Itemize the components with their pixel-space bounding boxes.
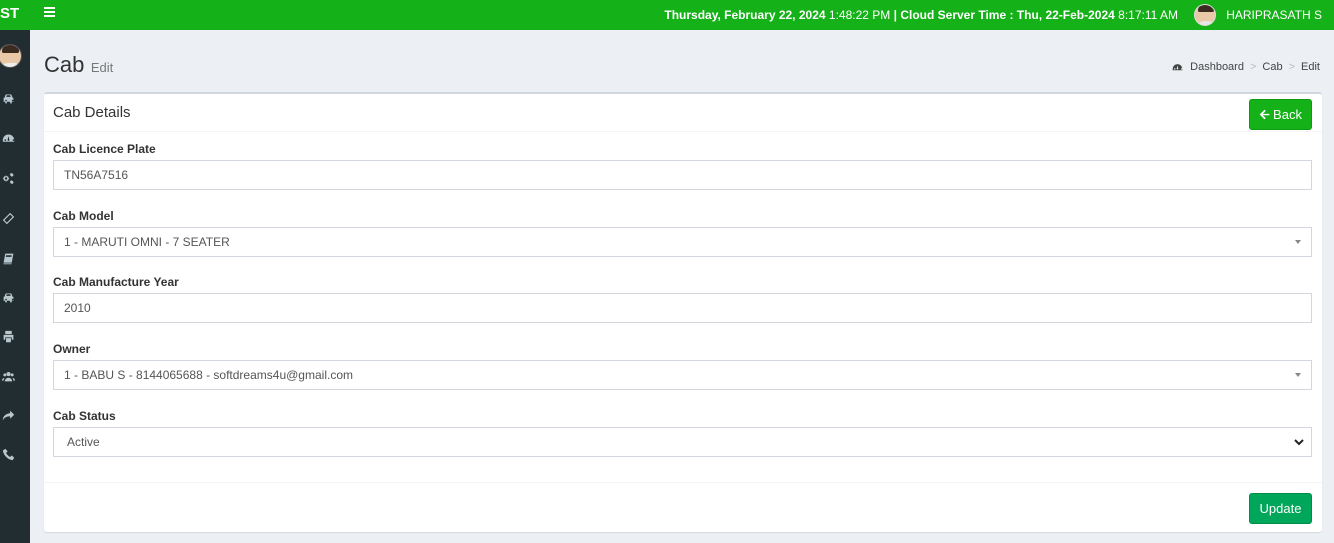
print-icon[interactable] <box>1 330 15 344</box>
share-icon[interactable] <box>1 409 15 423</box>
manufacture-year-input[interactable]: 2010 <box>53 293 1312 323</box>
ticket-icon[interactable] <box>1 212 15 226</box>
manufacture-year-label: Cab Manufacture Year <box>53 275 179 289</box>
cab-icon[interactable] <box>1 291 15 305</box>
cab-model-select[interactable]: 1 - MARUTI OMNI - 7 SEATER <box>53 227 1312 257</box>
users-icon[interactable] <box>1 370 15 384</box>
breadcrumb-dashboard[interactable]: Dashboard <box>1190 61 1244 73</box>
caret-down-icon <box>1295 240 1301 244</box>
top-header: ST Thursday, February 22, 2024 1:48:22 P… <box>0 0 1334 30</box>
update-button[interactable]: Update <box>1249 493 1312 524</box>
current-time: 1:48:22 PM <box>828 8 891 22</box>
cab-model-value: 1 - MARUTI OMNI - 7 SEATER <box>64 235 230 249</box>
user-menu[interactable]: HARIPRASATH S <box>1194 3 1322 27</box>
box-footer: Update <box>44 482 1322 532</box>
logo[interactable]: ST <box>0 0 30 30</box>
licence-plate-label: Cab Licence Plate <box>53 142 156 156</box>
manufacture-year-value: 2010 <box>64 301 91 315</box>
owner-value: 1 - BABU S - 8144065688 - softdreams4u@g… <box>64 368 353 382</box>
owner-group: Owner 1 - BABU S - 8144065688 - softdrea… <box>53 342 1312 390</box>
manufacture-year-group: Cab Manufacture Year 2010 <box>53 275 1312 323</box>
datetime-info: Thursday, February 22, 2024 1:48:22 PM |… <box>664 8 1178 22</box>
sidebar-toggle-icon[interactable] <box>44 7 55 18</box>
dashboard-icon[interactable] <box>1 132 15 146</box>
owner-select[interactable]: 1 - BABU S - 8144065688 - softdreams4u@g… <box>53 360 1312 390</box>
cab-details-box: Cab Details Back Cab Licence Plate TN56A… <box>44 92 1322 532</box>
book-icon[interactable] <box>1 252 15 266</box>
current-date: Thursday, February 22, 2024 <box>664 8 826 22</box>
phone-icon[interactable] <box>1 448 15 462</box>
sidebar <box>0 30 30 543</box>
licence-plate-input[interactable]: TN56A7516 <box>53 160 1312 190</box>
cab-status-value: Active <box>67 435 100 449</box>
caret-down-icon <box>1295 373 1301 377</box>
licence-plate-value: TN56A7516 <box>64 168 129 182</box>
page-title: Cab <box>44 52 85 77</box>
back-button[interactable]: Back <box>1249 99 1312 130</box>
box-title: Cab Details <box>53 104 131 121</box>
cab-status-select[interactable]: Active <box>53 427 1312 457</box>
cab-status-group: Cab Status Active <box>53 409 1312 457</box>
cab-model-label: Cab Model <box>53 209 114 223</box>
owner-label: Owner <box>53 342 91 356</box>
chevron-down-icon <box>1294 439 1304 446</box>
arrow-left-icon <box>1259 109 1270 120</box>
datetime-separator: | <box>893 8 897 22</box>
settings-icon[interactable] <box>1 172 15 186</box>
content-header: Cab Edit <box>44 52 113 78</box>
user-name: HARIPRASATH S <box>1226 8 1322 22</box>
page-subtitle: Edit <box>90 60 114 75</box>
cab-status-label: Cab Status <box>53 409 116 423</box>
sidebar-avatar <box>0 44 22 68</box>
breadcrumb-edit: Edit <box>1301 61 1320 73</box>
back-button-label: Back <box>1273 107 1302 122</box>
breadcrumb-separator: > <box>1249 61 1257 73</box>
breadcrumb-separator: > <box>1288 61 1296 73</box>
breadcrumb-cab[interactable]: Cab <box>1262 61 1282 73</box>
server-time: 8:17:11 AM <box>1118 8 1178 22</box>
cab-icon[interactable] <box>1 92 15 106</box>
licence-plate-group: Cab Licence Plate TN56A7516 <box>53 142 1312 190</box>
server-time-label: Cloud Server Time : Thu, 22-Feb-2024 <box>900 8 1115 22</box>
avatar <box>1194 4 1217 26</box>
dashboard-icon <box>1172 63 1183 70</box>
box-header: Cab Details Back <box>44 94 1322 132</box>
cab-model-group: Cab Model 1 - MARUTI OMNI - 7 SEATER <box>53 209 1312 257</box>
breadcrumb: Dashboard > Cab > Edit <box>1172 61 1320 73</box>
